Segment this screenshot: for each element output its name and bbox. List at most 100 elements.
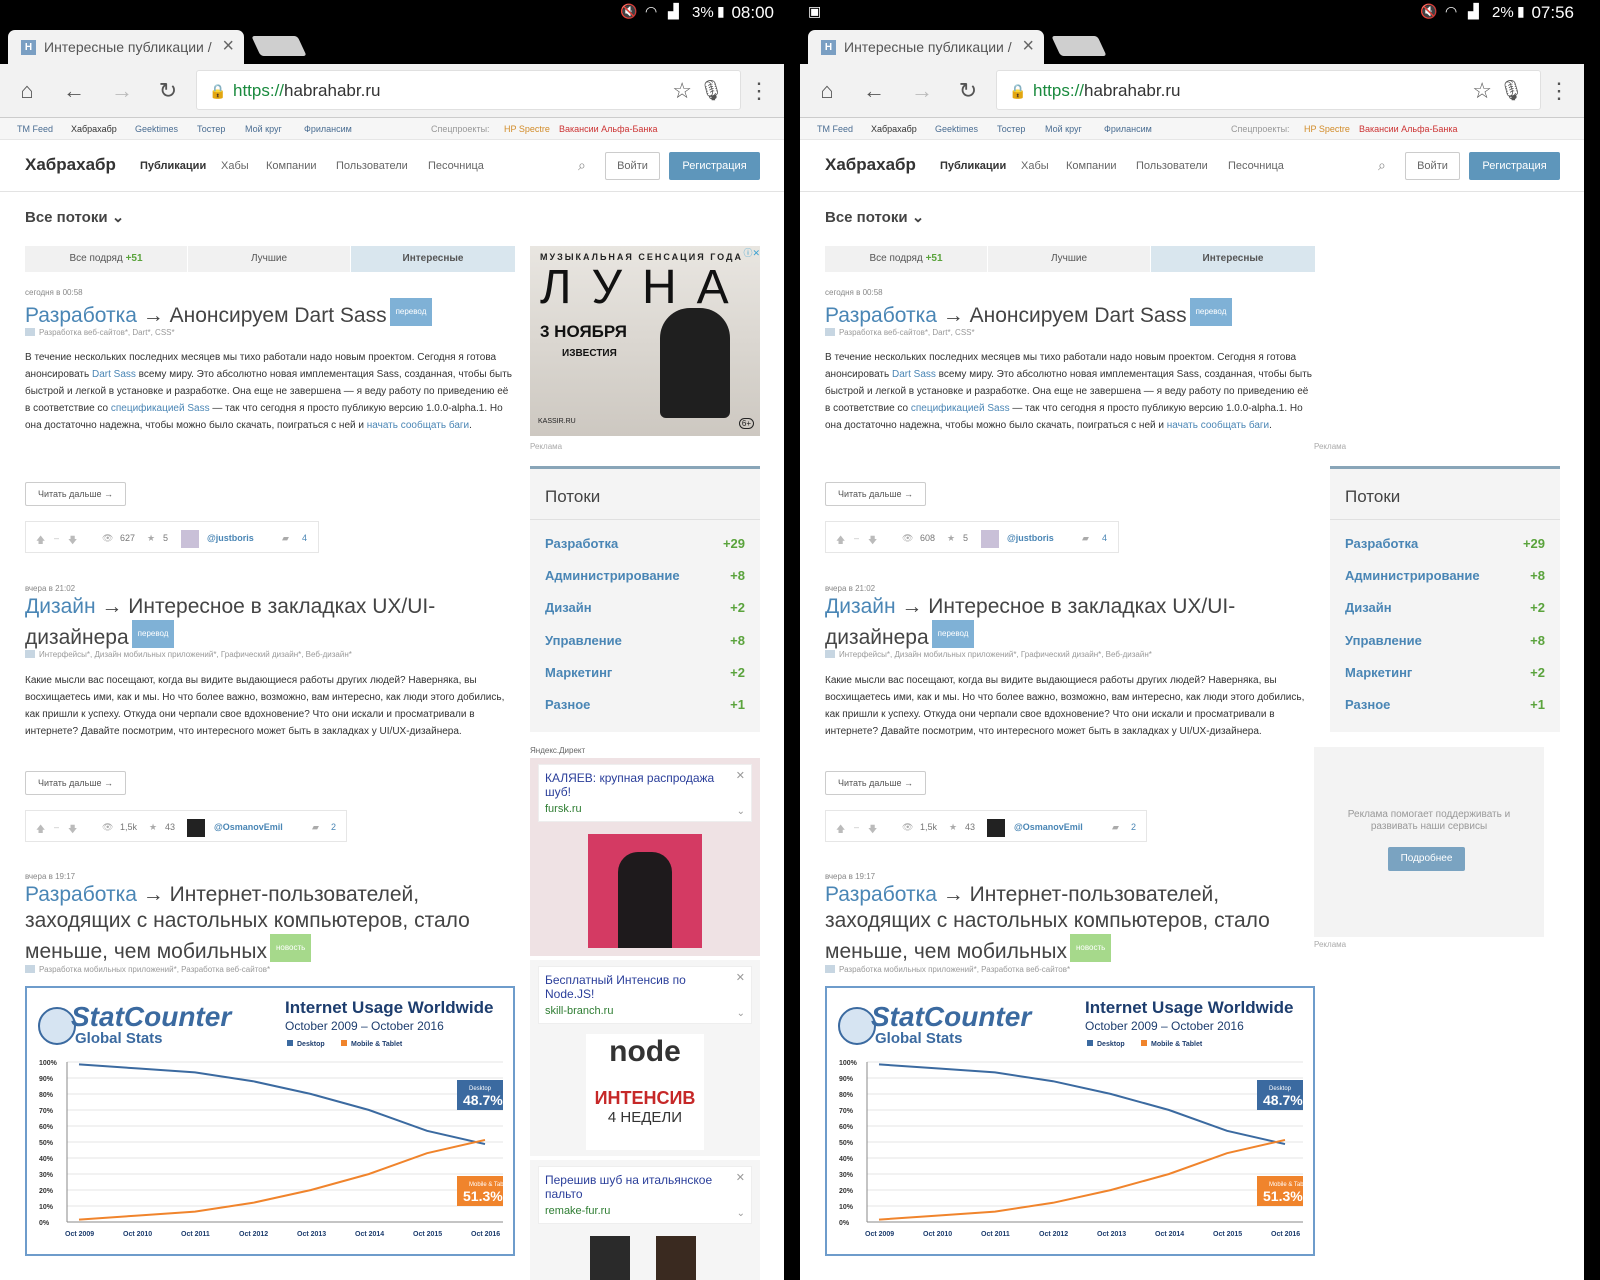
comments-icon[interactable]: ▰ (1112, 822, 1119, 833)
nav-users[interactable]: Пользователи (336, 160, 408, 172)
register-button[interactable]: Регистрация (669, 152, 760, 180)
service-link[interactable]: Мой круг (245, 124, 282, 134)
back-icon[interactable]: ← (62, 79, 86, 103)
author-link[interactable]: @justboris (207, 533, 254, 543)
menu-dots-icon[interactable]: ⋮ (1548, 78, 1570, 104)
tab-interesting[interactable]: Интересные (1151, 246, 1315, 272)
ad-domain[interactable]: fursk.ru (545, 803, 582, 815)
body-link[interactable]: начать сообщать баги (1167, 420, 1269, 431)
nav-companies[interactable]: Компании (266, 160, 317, 172)
tab-best[interactable]: Лучшие (188, 246, 350, 272)
new-tab-button[interactable] (1051, 36, 1107, 56)
search-icon[interactable]: ⌕ (1378, 157, 1386, 174)
vote-up-icon[interactable]: 🡅 (36, 533, 45, 549)
node-intensive-image[interactable]: node ИНТЕНСИВ 4 НЕДЕЛИ (586, 1034, 704, 1150)
stream-item[interactable]: Маркетинг +2 (545, 665, 745, 680)
browser-tab[interactable]: H Интересные публикации / × (808, 30, 1044, 64)
author-link[interactable]: @OsmanovEmil (214, 822, 283, 832)
flows-dropdown[interactable]: Все потоки ⌄ (25, 208, 124, 226)
body-link[interactable]: Dart Sass (892, 369, 936, 380)
service-link[interactable]: Хабрахабр (871, 124, 917, 134)
post-title[interactable]: Разработка → Интернет-пользователей, зах… (25, 882, 505, 965)
adchoices-icon[interactable]: ⓘ✕ (743, 246, 760, 259)
stream-item[interactable]: Дизайн +2 (1345, 600, 1545, 615)
close-tab-icon[interactable]: × (222, 35, 234, 58)
vote-up-icon[interactable]: 🡅 (836, 533, 845, 549)
ad-text-box[interactable]: Бесплатный Интенсив по Node.JS! skill-br… (538, 966, 752, 1024)
body-link[interactable]: начать сообщать баги (367, 420, 469, 431)
avatar[interactable] (981, 530, 999, 548)
special-link[interactable]: Вакансии Альфа-Банка (1359, 124, 1458, 134)
nav-hubs[interactable]: Хабы (221, 160, 249, 172)
close-ad-icon[interactable]: ✕ (736, 971, 745, 984)
site-logo[interactable]: Хабрахабр (25, 155, 116, 175)
ad-domain[interactable]: remake-fur.ru (545, 1205, 610, 1217)
author-link[interactable]: @OsmanovEmil (1014, 822, 1083, 832)
search-icon[interactable]: ⌕ (578, 157, 586, 174)
nav-sandbox[interactable]: Песочница (428, 160, 484, 172)
more-info-button[interactable]: Подробнее (1388, 847, 1465, 871)
yandex-ad[interactable]: Бесплатный Интенсив по Node.JS! skill-br… (530, 960, 760, 1156)
comments-count[interactable]: 2 (1131, 822, 1136, 832)
nav-sandbox[interactable]: Песочница (1228, 160, 1284, 172)
service-link[interactable]: Geektimes (935, 124, 978, 134)
read-more-button[interactable]: Читать дальше → (825, 771, 926, 795)
microphone-icon[interactable]: 🎙 (1499, 71, 1524, 111)
avatar[interactable] (187, 819, 205, 837)
special-link[interactable]: HP Spectre (1304, 124, 1350, 134)
favorite-icon[interactable]: ★ (947, 533, 955, 544)
service-link[interactable]: Тостер (997, 124, 1025, 134)
read-more-button[interactable]: Читать дальше → (25, 771, 126, 795)
post-title[interactable]: Разработка → Интернет-пользователей, зах… (825, 882, 1305, 965)
stream-item[interactable]: Разное +1 (545, 697, 745, 712)
service-link[interactable]: TM Feed (817, 124, 853, 134)
stream-item[interactable]: Разное +1 (1345, 697, 1545, 712)
site-logo[interactable]: Хабрахабр (825, 155, 916, 175)
service-link[interactable]: Тостер (197, 124, 225, 134)
ad-domain[interactable]: skill-branch.ru (545, 1005, 613, 1017)
stream-item[interactable]: Разработка +29 (1345, 536, 1545, 551)
author-link[interactable]: @justboris (1007, 533, 1054, 543)
address-bar[interactable]: 🔒 https://habrahabr.ru ☆ 🎙 (996, 70, 1541, 110)
home-icon[interactable]: ⌂ (15, 79, 39, 103)
nav-hubs[interactable]: Хабы (1021, 160, 1049, 172)
service-link[interactable]: Хабрахабр (71, 124, 117, 134)
comments-count[interactable]: 4 (1102, 533, 1107, 543)
ad-text-box[interactable]: Перешив шуб на итальянское пальто remake… (538, 1166, 752, 1224)
vote-up-icon[interactable]: 🡅 (36, 822, 45, 838)
tab-all[interactable]: Все подряд +51 (825, 246, 987, 272)
browser-tab[interactable]: H Интересные публикации / × (8, 30, 244, 64)
favorite-icon[interactable]: ★ (149, 822, 157, 833)
favorite-icon[interactable]: ★ (949, 822, 957, 833)
forward-icon[interactable]: → (110, 79, 134, 103)
service-link[interactable]: TM Feed (17, 124, 53, 134)
close-tab-icon[interactable]: × (1022, 35, 1034, 58)
new-tab-button[interactable] (251, 36, 307, 56)
body-link[interactable]: спецификацией Sass (911, 403, 1010, 414)
ad-text-box[interactable]: КАЛЯЕВ: крупная распродажа шуб! fursk.ru… (538, 764, 752, 822)
reload-icon[interactable]: ↻ (956, 79, 980, 103)
stream-item[interactable]: Администрирование +8 (1345, 568, 1545, 583)
stream-item[interactable]: Маркетинг +2 (1345, 665, 1545, 680)
special-link[interactable]: HP Spectre (504, 124, 550, 134)
post-title[interactable]: Разработка → Анонсируем Dart Sass перевод (25, 298, 433, 329)
expand-icon[interactable]: ⌄ (737, 1208, 745, 1219)
nav-users[interactable]: Пользователи (1136, 160, 1208, 172)
stream-item[interactable]: Администрирование +8 (545, 568, 745, 583)
body-link[interactable]: Dart Sass (92, 369, 136, 380)
tab-best[interactable]: Лучшие (988, 246, 1150, 272)
comments-icon[interactable]: ▰ (282, 533, 289, 544)
post-title[interactable]: Дизайн → Интересное в закладках UX/UI-ди… (25, 594, 495, 651)
bookmark-star-icon[interactable]: ☆ (672, 71, 692, 111)
nav-companies[interactable]: Компании (1066, 160, 1117, 172)
service-link[interactable]: Geektimes (135, 124, 178, 134)
vote-down-icon[interactable]: 🡇 (68, 533, 77, 549)
stream-item[interactable]: Разработка +29 (545, 536, 745, 551)
service-link[interactable]: Мой круг (1045, 124, 1082, 134)
banner-ad[interactable]: МУЗЫКАЛЬНАЯ СЕНСАЦИЯ ГОДА ЛУНА 3 НОЯБРЯ … (530, 246, 760, 456)
close-ad-icon[interactable]: ✕ (736, 1171, 745, 1184)
login-button[interactable]: Войти (1405, 152, 1460, 180)
stream-item[interactable]: Дизайн +2 (545, 600, 745, 615)
fur-coat-image[interactable] (588, 834, 702, 948)
ad-headline[interactable]: Бесплатный Интенсив по Node.JS! (545, 973, 735, 1001)
